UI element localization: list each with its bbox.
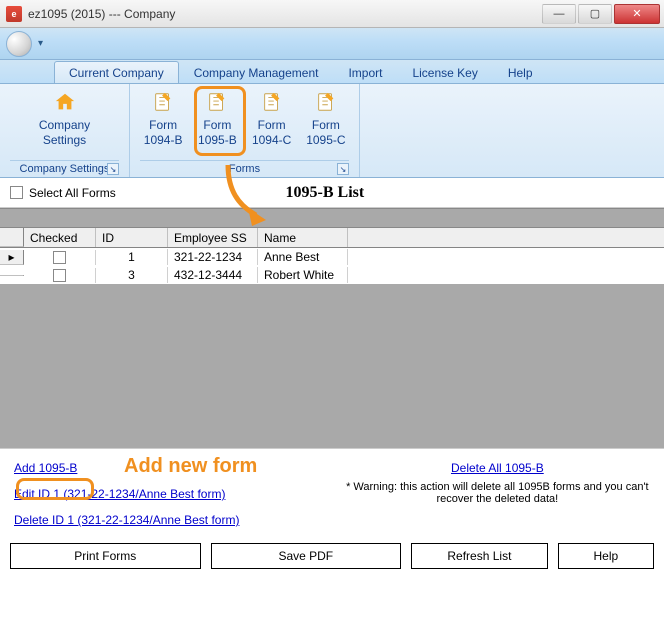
- save-pdf-button[interactable]: Save PDF: [211, 543, 402, 569]
- ribbon: Company Settings Company Settings ↘ Form…: [0, 84, 664, 178]
- qat-dropdown-icon[interactable]: ▾: [38, 38, 43, 49]
- actions-panel: Add 1095-B Edit ID 1 (321-22-1234/Anne B…: [0, 448, 664, 533]
- window-title: ez1095 (2015) --- Company: [28, 7, 542, 21]
- ribbon-tabs: Current Company Company Management Impor…: [0, 60, 664, 84]
- table-row[interactable]: 3 432-12-3444 Robert White: [0, 266, 664, 284]
- form-1095b-button[interactable]: Form 1095-B: [194, 88, 240, 148]
- help-button[interactable]: Help: [558, 543, 654, 569]
- row-indicator-icon: [0, 275, 24, 276]
- col-header-ss[interactable]: Employee SS: [168, 228, 258, 247]
- app-menu-orb[interactable]: [6, 31, 32, 57]
- add-1095b-link[interactable]: Add 1095-B: [14, 461, 77, 475]
- tab-help[interactable]: Help: [493, 61, 548, 83]
- ribbon-group-label: Company Settings ↘: [10, 160, 119, 175]
- col-header-name[interactable]: Name: [258, 228, 348, 247]
- col-header-id[interactable]: ID: [96, 228, 168, 247]
- grid-gap: [0, 208, 664, 228]
- print-forms-button[interactable]: Print Forms: [10, 543, 201, 569]
- cell-name[interactable]: Anne Best: [258, 249, 348, 265]
- ribbon-btn-label: Company: [39, 118, 90, 133]
- form-icon: [260, 90, 284, 114]
- select-all-checkbox[interactable]: [10, 186, 23, 199]
- group-launcher-icon[interactable]: ↘: [337, 163, 349, 175]
- quick-access-toolbar: ▾: [0, 28, 664, 60]
- form-icon: [205, 90, 229, 114]
- row-indicator-icon: ▸: [0, 250, 24, 265]
- group-launcher-icon[interactable]: ↘: [107, 163, 119, 175]
- delete-form-link[interactable]: Delete ID 1 (321-22-1234/Anne Best form): [14, 513, 239, 527]
- tab-current-company[interactable]: Current Company: [54, 61, 179, 83]
- select-all-strip: Select All Forms 1095-B List: [0, 178, 664, 208]
- app-icon: e: [6, 6, 22, 22]
- form-icon: [314, 90, 338, 114]
- form-1095c-button[interactable]: Form 1095-C: [303, 88, 349, 148]
- cell-id[interactable]: 1: [96, 249, 168, 265]
- form-icon: [151, 90, 175, 114]
- maximize-button[interactable]: ▢: [578, 4, 612, 24]
- home-icon: [53, 90, 77, 114]
- col-header-checked[interactable]: Checked: [24, 228, 96, 247]
- ribbon-group-label: Forms ↘: [140, 160, 349, 175]
- edit-form-link[interactable]: Edit ID 1 (321-22-1234/Anne Best form): [14, 487, 225, 501]
- minimize-button[interactable]: —: [542, 4, 576, 24]
- company-settings-button[interactable]: Company Settings: [37, 88, 93, 148]
- table-row[interactable]: ▸ 1 321-22-1234 Anne Best: [0, 248, 664, 266]
- delete-all-link[interactable]: Delete All 1095-B: [451, 461, 544, 475]
- select-all-label: Select All Forms: [29, 186, 116, 200]
- close-button[interactable]: ✕: [614, 4, 660, 24]
- refresh-list-button[interactable]: Refresh List: [411, 543, 548, 569]
- annotation-add-new-form: Add new form: [124, 455, 257, 478]
- cell-ss[interactable]: 321-22-1234: [168, 249, 258, 265]
- tab-license-key[interactable]: License Key: [397, 61, 492, 83]
- ribbon-btn-label: Settings: [43, 133, 86, 148]
- row-header-corner: [0, 228, 24, 247]
- bottom-button-bar: Print Forms Save PDF Refresh List Help: [0, 533, 664, 579]
- forms-grid: Checked ID Employee SS Name ▸ 1 321-22-1…: [0, 228, 664, 448]
- window-titlebar: e ez1095 (2015) --- Company — ▢ ✕: [0, 0, 664, 28]
- delete-warning-text: * Warning: this action will delete all 1…: [345, 481, 650, 505]
- tab-import[interactable]: Import: [333, 61, 397, 83]
- form-1094b-button[interactable]: Form 1094-B: [140, 88, 186, 148]
- cell-name[interactable]: Robert White: [258, 267, 348, 283]
- list-title: 1095-B List: [286, 184, 365, 202]
- row-checkbox[interactable]: [53, 269, 66, 282]
- tab-company-management[interactable]: Company Management: [179, 61, 334, 83]
- row-checkbox[interactable]: [53, 251, 66, 264]
- cell-ss[interactable]: 432-12-3444: [168, 267, 258, 283]
- form-1094c-button[interactable]: Form 1094-C: [249, 88, 295, 148]
- cell-id[interactable]: 3: [96, 267, 168, 283]
